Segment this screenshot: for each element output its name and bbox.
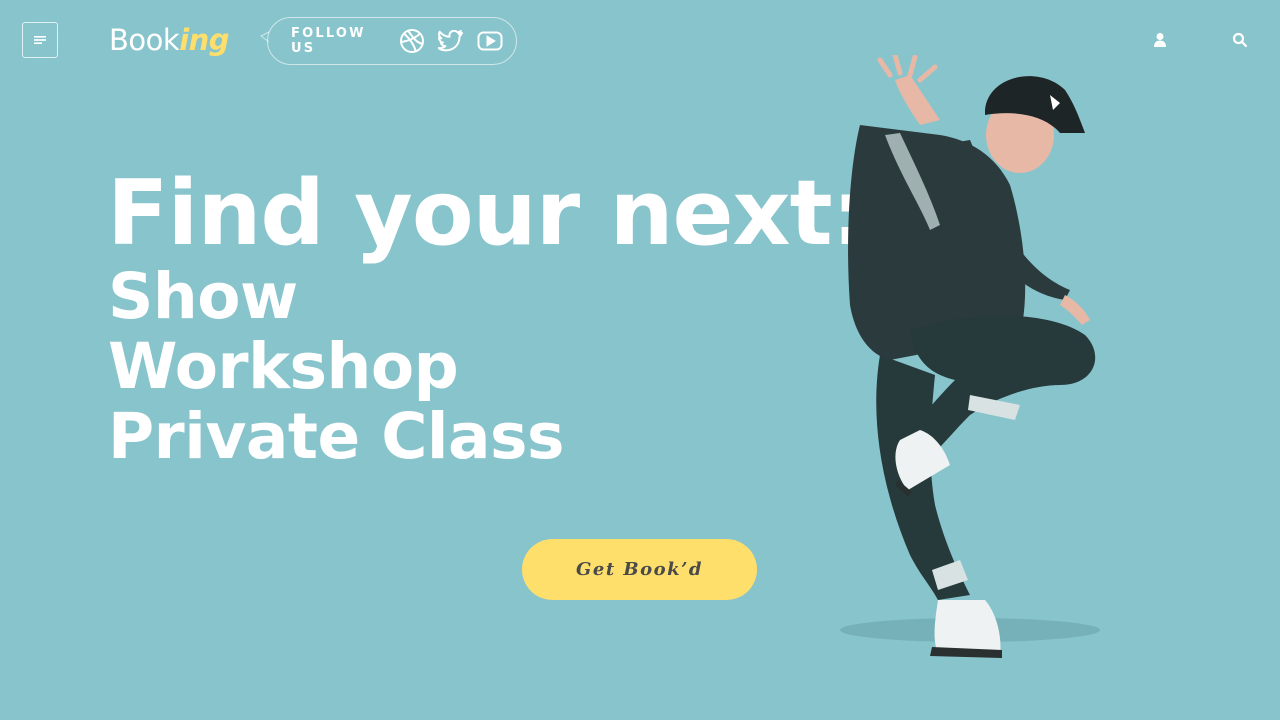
follow-us-label: FOLLOW US xyxy=(291,26,366,56)
youtube-icon xyxy=(477,31,503,51)
twitter-icon xyxy=(438,30,463,52)
follow-us-bar: FOLLOW US xyxy=(260,17,517,65)
logo-text-accent: ing xyxy=(179,23,230,57)
dribbble-link[interactable] xyxy=(399,28,425,54)
hero-headline: Find your next: xyxy=(107,161,868,266)
twitter-link[interactable] xyxy=(438,30,464,52)
menu-button[interactable] xyxy=(22,22,58,58)
speech-tail-shape xyxy=(260,31,270,43)
get-booked-button[interactable]: Get Book’d xyxy=(522,539,757,600)
hero-options-list: Show Workshop Private Class xyxy=(108,260,565,473)
logo[interactable]: Booking xyxy=(109,22,230,58)
user-account-link[interactable] xyxy=(1152,32,1168,52)
option-show: Show xyxy=(108,260,298,333)
search-icon xyxy=(1232,32,1248,48)
dancer-image xyxy=(840,55,1100,658)
option-private-class: Private Class xyxy=(108,400,565,473)
search-button[interactable] xyxy=(1232,32,1248,52)
menu-icon xyxy=(34,36,46,44)
logo-text-primary: Book xyxy=(109,23,180,57)
option-workshop: Workshop xyxy=(108,330,459,403)
user-icon xyxy=(1154,33,1166,47)
dribbble-icon xyxy=(400,29,424,53)
youtube-link[interactable] xyxy=(477,30,503,52)
